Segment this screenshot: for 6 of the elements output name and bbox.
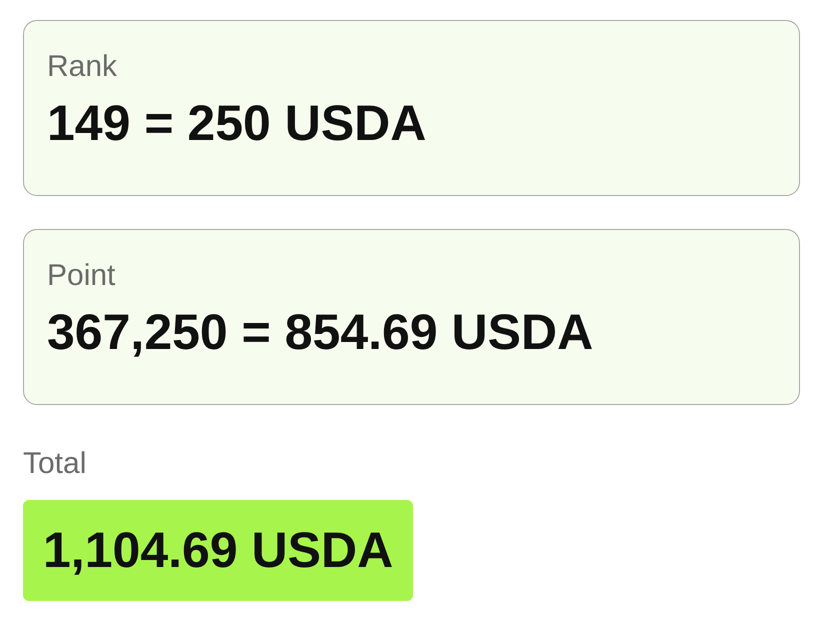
total-label: Total xyxy=(23,446,86,482)
total-value: 1,104.69 USDA xyxy=(23,500,414,601)
card-label: Point xyxy=(47,258,116,294)
card-value: 367,250 = 854.69 USDA xyxy=(47,303,594,362)
card-value: 149 = 250 USDA xyxy=(47,94,428,153)
card-label: Rank xyxy=(47,49,118,85)
